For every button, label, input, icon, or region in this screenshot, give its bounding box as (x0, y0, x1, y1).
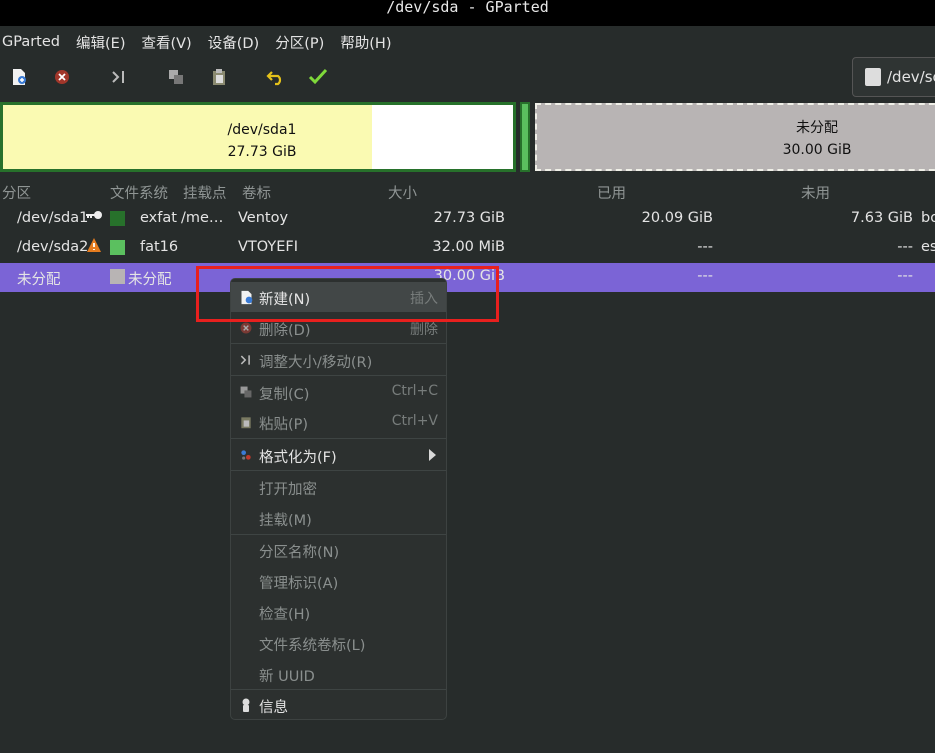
delete-icon (238, 320, 254, 336)
menu-item-resize[interactable]: 调整大小/移动(R) (231, 345, 446, 375)
menu-item-manage-flags[interactable]: 管理标识(A) (231, 566, 446, 596)
menu-separator (231, 470, 446, 471)
device-selector-label: /dev/sc (887, 68, 935, 86)
menu-item-new-uuid[interactable]: 新 UUID (231, 659, 446, 689)
row-partition: 未分配 (17, 272, 61, 288)
menu-item-check[interactable]: 检查(H) (231, 597, 446, 627)
menu-gparted[interactable]: GParted (2, 34, 60, 50)
row-filesystem: exfat (140, 210, 177, 226)
diskmap-partition-sda1[interactable]: /dev/sda1 27.73 GiB (0, 102, 516, 172)
menu-edit[interactable]: 编辑(E) (76, 32, 125, 53)
context-menu: 新建(N) 插入 删除(D) 删除 调整大小/移动(R) 复制(C) Ctrl+… (230, 278, 447, 720)
diskmap-sda1-name: /dev/sda1 (227, 122, 297, 138)
fs-color-swatch (110, 240, 125, 255)
fs-color-swatch (110, 211, 125, 226)
delete-partition-icon[interactable] (51, 66, 73, 88)
table-row[interactable]: /dev/sda2 fat16 VTOYEFI 32.00 MiB --- --… (0, 234, 935, 263)
row-partition: /dev/sda1 (17, 210, 89, 226)
row-used: --- (697, 239, 713, 255)
col-size[interactable]: 大小 (388, 182, 417, 203)
menu-separator (231, 438, 446, 439)
key-icon (85, 209, 103, 225)
diskmap-unallocated[interactable]: 未分配 30.00 GiB (535, 103, 935, 171)
menu-item-info[interactable]: 信息 (231, 690, 446, 720)
warning-icon (86, 237, 102, 257)
toolbar (0, 60, 935, 94)
device-selector[interactable]: /dev/sc (852, 57, 935, 97)
menu-separator (231, 343, 446, 344)
table-row[interactable]: /dev/sda1 exfat /me… Ventoy 27.73 GiB 20… (0, 205, 935, 234)
diskmap-partition-sda2[interactable] (520, 102, 530, 172)
col-used[interactable]: 已用 (597, 182, 626, 203)
menu-item-name-partition[interactable]: 分区名称(N) (231, 535, 446, 565)
menu-item-mount[interactable]: 挂载(M) (231, 503, 446, 533)
menu-item-copy[interactable]: 复制(C) Ctrl+C (231, 377, 446, 407)
diskmap-sda1-label: /dev/sda1 27.73 GiB (3, 119, 521, 163)
row-partition: /dev/sda2 (17, 239, 89, 255)
window-title: /dev/sda - GParted (0, 0, 935, 26)
highlight-annotation-box (196, 266, 499, 322)
row-filesystem: fat16 (140, 239, 179, 255)
undo-icon[interactable] (265, 66, 287, 88)
menu-item-open-encryption[interactable]: 打开加密 (231, 472, 446, 502)
row-used: --- (697, 268, 713, 284)
row-used: 20.09 GiB (641, 210, 713, 226)
diskmap-unallocated-name: 未分配 (796, 120, 838, 136)
row-mountpoint: /me… (181, 210, 224, 226)
copy-icon[interactable] (165, 66, 187, 88)
row-label: Ventoy (238, 210, 289, 226)
menu-separator (231, 375, 446, 376)
resize-move-icon (238, 352, 254, 368)
fs-color-swatch (110, 269, 125, 284)
diskmap-sda1-size: 27.73 GiB (227, 144, 297, 160)
diskmap-unallocated-label: 未分配 30.00 GiB (537, 117, 935, 161)
menu-item-paste[interactable]: 粘贴(P) Ctrl+V (231, 407, 446, 437)
info-icon (238, 697, 254, 713)
col-partition[interactable]: 分区 (2, 182, 31, 203)
submenu-arrow-icon (429, 449, 436, 461)
row-filesystem: 未分配 (128, 272, 172, 288)
row-unused: 7.63 GiB (850, 210, 913, 226)
col-filesystem[interactable]: 文件系统 (110, 182, 168, 203)
resize-move-icon[interactable] (108, 66, 130, 88)
row-unused: --- (897, 268, 913, 284)
format-icon (238, 447, 254, 463)
copy-icon (238, 384, 254, 400)
disk-map: /dev/sda1 27.73 GiB 未分配 30.00 GiB (0, 102, 935, 174)
menu-item-format[interactable]: 格式化为(F) (231, 440, 446, 470)
row-size: 32.00 MiB (432, 239, 505, 255)
menu-item-fs-label[interactable]: 文件系统卷标(L) (231, 628, 446, 658)
row-label: VTOYEFI (238, 239, 299, 255)
table-header: 分区 文件系统 挂载点 卷标 大小 已用 未用 (0, 180, 935, 204)
paste-icon (238, 414, 254, 430)
disk-icon (865, 68, 881, 86)
apply-icon[interactable] (307, 66, 329, 88)
row-flags: es (921, 239, 935, 255)
paste-icon[interactable] (208, 66, 230, 88)
col-mountpoint[interactable]: 挂载点 (183, 182, 227, 203)
col-label[interactable]: 卷标 (242, 182, 271, 203)
new-partition-icon[interactable] (8, 66, 30, 88)
row-size: 27.73 GiB (433, 210, 505, 226)
menu-partition[interactable]: 分区(P) (275, 32, 324, 53)
row-flags: bo (921, 210, 935, 226)
menubar: GParted 编辑(E) 查看(V) 设备(D) 分区(P) 帮助(H) (0, 28, 935, 56)
menu-device[interactable]: 设备(D) (208, 32, 259, 53)
col-unused[interactable]: 未用 (801, 182, 830, 203)
diskmap-unallocated-size: 30.00 GiB (782, 142, 852, 158)
menu-view[interactable]: 查看(V) (141, 32, 191, 53)
row-unused: --- (897, 239, 913, 255)
menu-help[interactable]: 帮助(H) (340, 32, 391, 53)
